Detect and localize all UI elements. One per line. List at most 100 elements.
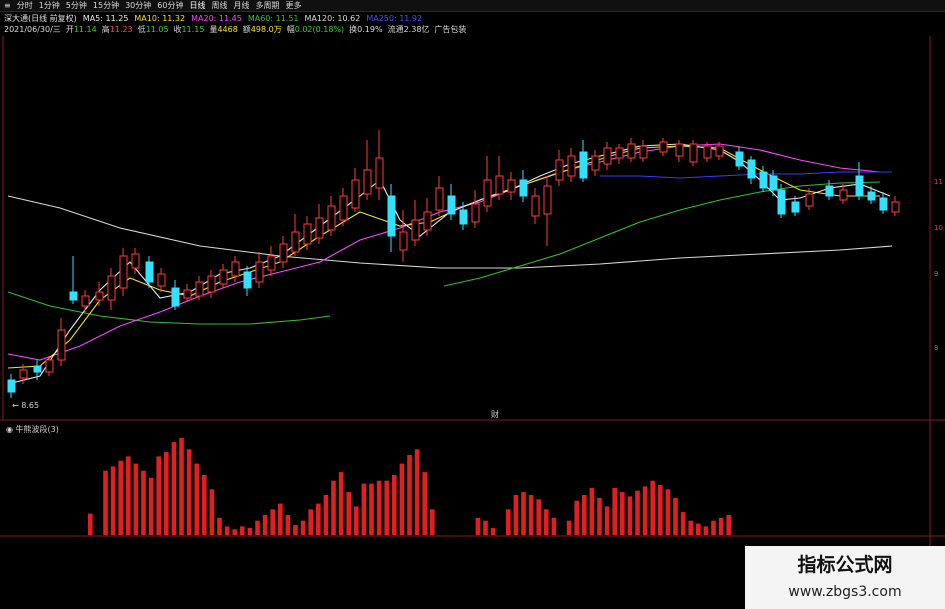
candle xyxy=(825,180,834,200)
settings-gear-icon[interactable]: ◉ xyxy=(6,425,13,434)
candles xyxy=(7,130,900,398)
tab-fenshi[interactable]: 分时 xyxy=(17,0,33,12)
sub-bar xyxy=(338,472,344,535)
tab-daily[interactable]: 日线 xyxy=(189,0,205,12)
sub-bar xyxy=(186,449,192,535)
tab-multi-period[interactable]: 多周期 xyxy=(255,0,279,12)
candle xyxy=(675,140,684,162)
sub-bar xyxy=(148,477,154,535)
candle xyxy=(735,146,744,170)
candle xyxy=(375,130,384,200)
sub-bar xyxy=(247,527,253,535)
candle xyxy=(195,276,204,300)
sub-bar xyxy=(475,517,481,535)
tab-60min[interactable]: 60分钟 xyxy=(157,0,183,12)
tab-15min[interactable]: 15分钟 xyxy=(93,0,119,12)
sub-bar xyxy=(110,466,116,535)
sub-bar xyxy=(513,495,519,535)
sub-bar xyxy=(582,495,587,535)
quote-date: 2021/06/30/三 xyxy=(4,25,61,34)
candle xyxy=(183,284,192,302)
sub-bar xyxy=(179,437,184,535)
candle xyxy=(57,318,66,366)
sub-bar xyxy=(422,472,427,535)
candle xyxy=(507,172,516,200)
sub-indicator-title[interactable]: ◉ 牛熊波段(3) xyxy=(6,424,59,435)
sub-bar xyxy=(673,497,678,535)
change-field: 幅0.02(0.18%) xyxy=(287,24,344,35)
sub-bar xyxy=(171,442,177,535)
sub-bar xyxy=(293,525,298,535)
sub-bar xyxy=(118,460,123,535)
amount-value: 498.0万 xyxy=(250,25,282,34)
candle xyxy=(255,252,264,288)
sub-bar xyxy=(323,495,329,535)
menu-icon[interactable]: ≡ xyxy=(4,0,11,12)
sub-bar xyxy=(194,463,199,535)
sub-bar xyxy=(88,513,93,535)
sub-bar xyxy=(536,499,541,535)
candle xyxy=(495,156,504,200)
sub-bar xyxy=(141,470,146,535)
sub-bar xyxy=(361,483,367,535)
sub-bar xyxy=(528,495,534,535)
sub-bar xyxy=(483,520,488,535)
tab-weekly[interactable]: 周线 xyxy=(211,0,227,12)
sub-bar xyxy=(430,509,435,535)
right-axis: 11 10 9 8 xyxy=(934,178,943,352)
candle xyxy=(579,140,588,182)
sub-bar xyxy=(414,449,420,535)
ma120-value: MA120: 10.62 xyxy=(304,14,361,23)
sub-bar xyxy=(262,515,268,535)
candle xyxy=(867,186,876,204)
sub-bar xyxy=(635,490,640,535)
sub-bar xyxy=(346,492,351,535)
candle xyxy=(639,140,648,162)
sub-bar xyxy=(688,520,693,535)
candle xyxy=(45,356,54,376)
sub-bar xyxy=(597,497,602,535)
tab-30min[interactable]: 30分钟 xyxy=(125,0,151,12)
close-label: 收 xyxy=(173,25,182,34)
candle xyxy=(131,248,140,274)
candle xyxy=(591,150,600,176)
sub-bar xyxy=(665,489,671,535)
axis-tick-10: 10 xyxy=(934,224,943,232)
cai-marker[interactable]: 财 xyxy=(491,409,499,419)
ma60-value: MA60: 11.51 xyxy=(247,14,299,23)
candle xyxy=(315,204,324,244)
sub-bar xyxy=(133,463,139,535)
candle xyxy=(531,188,540,224)
ma-legend: 深大通(日线 前复权) MA5: 11.25 MA10: 11.32 MA20:… xyxy=(4,13,422,24)
sub-bar xyxy=(103,470,108,535)
sub-bar xyxy=(642,486,648,535)
sub-bar xyxy=(506,509,511,535)
axis-tick-9: 9 xyxy=(934,270,938,278)
high-value: 11.23 xyxy=(109,25,133,34)
candle xyxy=(363,140,372,200)
watermark-title: 指标公式网 xyxy=(797,554,893,576)
sub-bar xyxy=(544,509,549,535)
sub-bar xyxy=(376,480,382,535)
sub-bar xyxy=(354,506,359,535)
candle xyxy=(689,140,698,166)
candle xyxy=(483,156,492,212)
high-label: 高 xyxy=(101,25,110,34)
sub-bar xyxy=(392,475,397,535)
candle xyxy=(119,248,128,296)
sub-bar xyxy=(285,515,291,535)
turnover-value: 换0.19% xyxy=(349,25,383,34)
sub-bar xyxy=(232,529,237,535)
sub-bar xyxy=(658,485,663,535)
candle xyxy=(747,156,756,184)
float-cap-value: 流通2.38亿 xyxy=(387,25,430,34)
sub-bar xyxy=(156,456,161,535)
tab-monthly[interactable]: 月线 xyxy=(233,0,249,12)
kline-chart[interactable]: 11 10 9 8 财 xyxy=(0,0,945,546)
sector-tag[interactable]: 广告包装 xyxy=(434,24,466,35)
tab-5min[interactable]: 5分钟 xyxy=(66,0,87,12)
amount-label: 额 xyxy=(242,25,251,34)
tab-more[interactable]: 更多 xyxy=(285,0,301,12)
tab-1min[interactable]: 1分钟 xyxy=(39,0,60,12)
sub-bar xyxy=(589,487,595,535)
